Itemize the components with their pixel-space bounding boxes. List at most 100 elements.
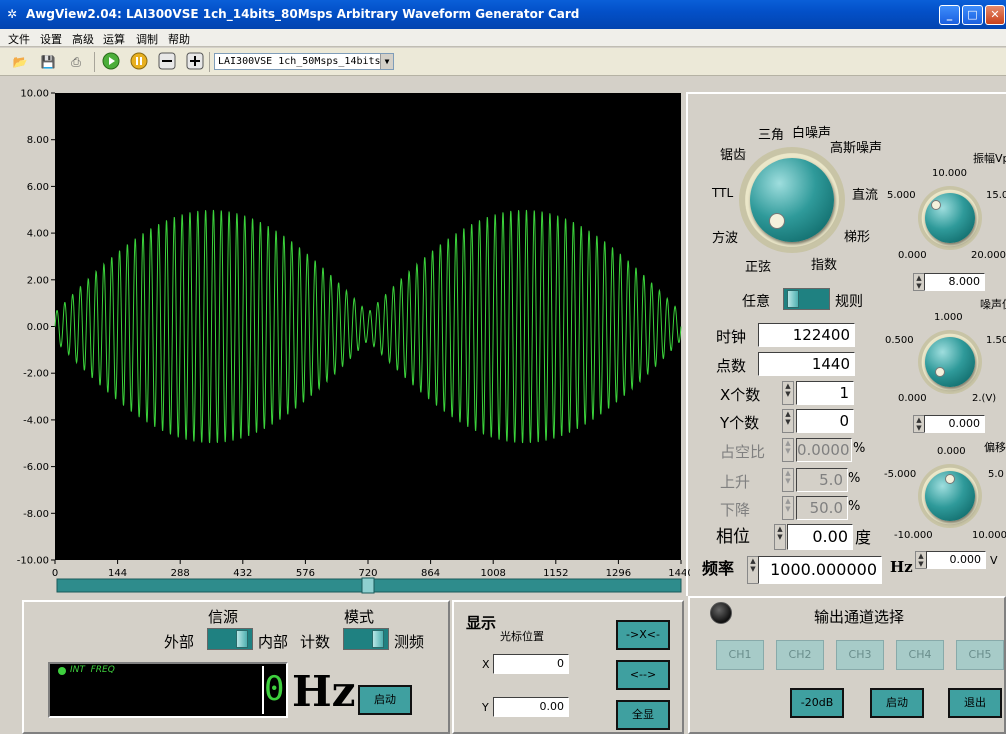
y-tick-label: 0.00	[27, 322, 49, 333]
frequency-input[interactable]: 1000.000000	[758, 556, 882, 584]
y-tick-label: 4.00	[27, 229, 49, 240]
menu-modulation[interactable]: 调制	[136, 31, 158, 47]
offset-tick-5: 5.0	[988, 469, 1004, 480]
open-folder-icon[interactable]: 📂	[10, 52, 30, 72]
knob-label-square: 方波	[712, 231, 739, 246]
output-led	[710, 602, 732, 624]
display-unit: Hz	[292, 667, 356, 716]
source-toggle[interactable]	[207, 628, 253, 650]
run-icon[interactable]	[101, 52, 121, 72]
counter-start-button[interactable]: 启动	[358, 685, 412, 715]
close-button[interactable]: ✕	[985, 5, 1005, 25]
exit-button[interactable]: 退出	[948, 688, 1002, 718]
x-scrollbar-thumb[interactable]	[361, 577, 375, 594]
cursor-y-input[interactable]: 0.00	[493, 697, 569, 717]
noise-tick-0: 0.000	[898, 393, 927, 404]
cursor-x-label: X	[482, 658, 490, 671]
toolbar: 📂 💾 ⎙ LAI300VSE 1ch_50Msps_14bits ▼	[0, 48, 1006, 76]
x-tick-label: 0	[52, 568, 58, 579]
cursor-x-input[interactable]: 0	[493, 654, 569, 674]
amp-tick-5: 5.000	[887, 190, 916, 201]
output-start-button[interactable]: 启动	[870, 688, 924, 718]
pause-icon[interactable]	[129, 52, 149, 72]
menu-advanced[interactable]: 高级	[72, 31, 94, 47]
waveform-chart[interactable]: 10.00 8.00 6.00 4.00 2.00 0.00 -2.00 -4.00 -6.00…	[0, 78, 690, 598]
phase-input[interactable]: 0.00	[787, 524, 853, 550]
x-count-spinner[interactable]: ▲ ▼	[782, 381, 794, 405]
offset-tick-10: 10.000	[972, 530, 1006, 541]
offset-tick-m5: -5.000	[884, 469, 917, 480]
toggle-thumb	[372, 630, 384, 648]
clock-input[interactable]: 122400	[758, 323, 855, 347]
channel-1-button[interactable]: CH1	[716, 640, 764, 670]
knob-label-gauss: 高斯噪声	[830, 141, 883, 156]
y-tick-label: -10.00	[17, 556, 49, 567]
rise-input[interactable]: 5.0	[796, 468, 848, 492]
noise-input[interactable]: 0.000	[924, 415, 985, 433]
y-tick-label: 8.00	[27, 135, 49, 146]
phase-unit: 度	[855, 528, 872, 547]
cursor-y-label: Y	[482, 701, 489, 714]
rise-label: 上升	[720, 473, 751, 491]
channel-2-button[interactable]: CH2	[776, 640, 824, 670]
toggle-thumb	[236, 630, 248, 648]
knob-label-ttl: TTL	[712, 186, 734, 200]
x-count-input[interactable]: 1	[796, 381, 854, 405]
minimize-button[interactable]: _	[939, 5, 960, 25]
y-count-spinner[interactable]: ▲ ▼	[782, 409, 794, 433]
save-icon[interactable]: 💾	[38, 52, 58, 72]
channel-5-button[interactable]: CH5	[956, 640, 1004, 670]
channel-4-button[interactable]: CH4	[896, 640, 944, 670]
knob-cap	[750, 158, 834, 242]
maximize-button[interactable]: □	[962, 5, 983, 25]
phase-spinner[interactable]: ▲ ▼	[774, 524, 786, 550]
y-tick-label: -2.00	[23, 369, 49, 380]
rise-spinner[interactable]: ▲ ▼	[782, 468, 794, 492]
fall-spinner[interactable]: ▲ ▼	[782, 496, 794, 520]
menu-help[interactable]: 帮助	[168, 31, 190, 47]
y-tick-label: 10.00	[20, 89, 49, 100]
knob-label-tri: 三角	[758, 128, 785, 143]
fall-unit: %	[848, 499, 861, 514]
amp-tick-20: 20.000	[971, 250, 1006, 261]
duty-input[interactable]: 0.0000	[796, 438, 852, 462]
device-select[interactable]: LAI300VSE 1ch_50Msps_14bits ▼	[214, 53, 394, 70]
zoom-out-button[interactable]: <-->	[616, 660, 670, 690]
offset-input[interactable]: 0.000	[926, 551, 986, 569]
fall-label: 下降	[720, 501, 751, 519]
offset-label: 偏移	[984, 441, 1006, 454]
noise-knob[interactable]	[918, 330, 982, 394]
menu-operations[interactable]: 运算	[103, 31, 125, 47]
points-input[interactable]: 1440	[758, 352, 855, 376]
amplitude-input[interactable]: 8.000	[924, 273, 985, 291]
display-indicator: INT FREQ	[70, 665, 115, 675]
y-tick-label: -6.00	[23, 462, 49, 473]
channel-3-button[interactable]: CH3	[836, 640, 884, 670]
offset-knob[interactable]	[918, 464, 982, 528]
rise-unit: %	[848, 471, 861, 486]
x-tick-label: 1152	[543, 568, 568, 579]
duty-spinner[interactable]: ▲ ▼	[782, 438, 794, 462]
waveform-selector-knob[interactable]	[739, 147, 845, 253]
counter-mode-toggle[interactable]	[343, 628, 389, 650]
full-view-button[interactable]: 全显	[616, 700, 670, 730]
menu-file[interactable]: 文件	[8, 31, 30, 47]
y-tick-label: 6.00	[27, 182, 49, 193]
y-count-input[interactable]: 0	[796, 409, 854, 433]
knob-label-trap: 梯形	[844, 230, 871, 245]
fall-input[interactable]: 50.0	[796, 496, 848, 520]
cursor-position-label: 光标位置	[500, 630, 544, 643]
waveform-mode-toggle[interactable]	[783, 288, 830, 310]
duty-label: 占空比	[720, 443, 766, 461]
menu-settings[interactable]: 设置	[40, 31, 62, 47]
amplitude-knob[interactable]	[918, 186, 982, 250]
attenuation-button[interactable]: -20dB	[790, 688, 844, 718]
window-title: AwgView2.04: LAI300VSE 1ch_14bits_80Msps…	[26, 7, 580, 21]
zoom-in-button[interactable]: ->X<-	[616, 620, 670, 650]
print-icon[interactable]: ⎙	[66, 52, 86, 72]
x-tick-label: 144	[108, 568, 127, 579]
duty-unit: %	[853, 441, 866, 456]
zoom-out-icon[interactable]	[157, 52, 177, 72]
zoom-in-icon[interactable]	[185, 52, 205, 72]
y-tick-label: 2.00	[27, 275, 49, 286]
